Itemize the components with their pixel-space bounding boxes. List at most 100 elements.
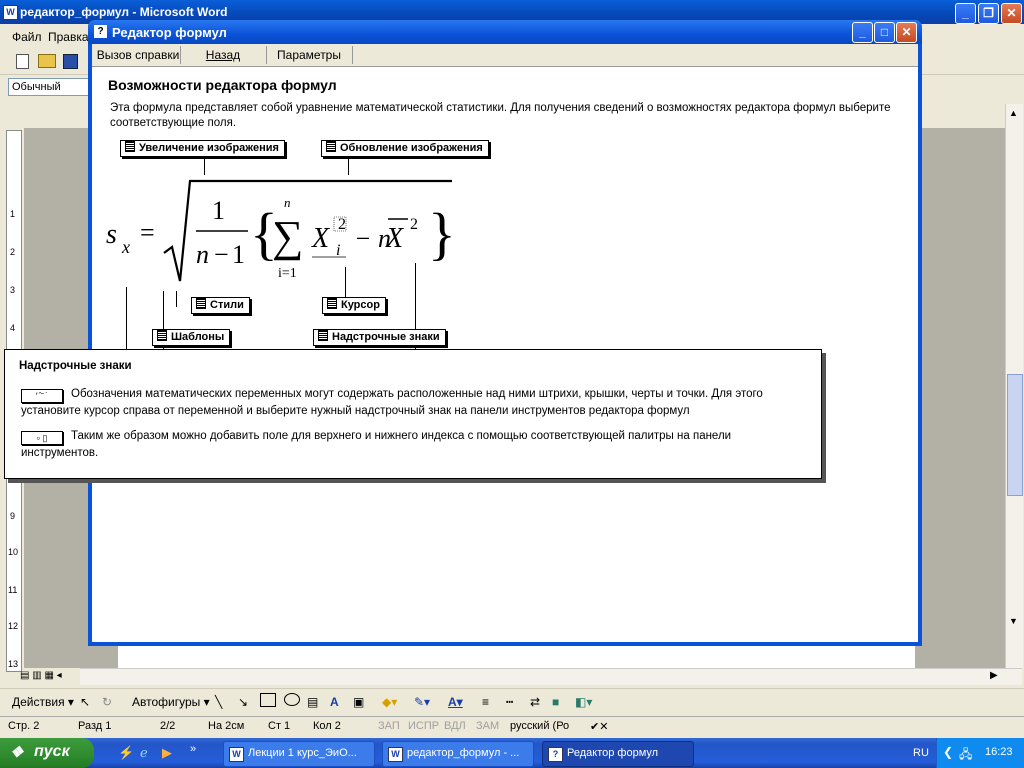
task-equation-help[interactable]: ? Редактор формул — [542, 741, 694, 767]
status-trk[interactable]: ИСПР — [408, 720, 439, 732]
sum-sign: ∑ — [272, 212, 303, 261]
callout-cursor[interactable]: Курсор — [322, 297, 386, 314]
drawing-toolbar: Действия ▾ ↖ ↻ Автофигуры ▾ ╲ ↘ ▤ A ▣ ◆▾… — [0, 688, 1024, 715]
callout-styles[interactable]: Стили — [191, 297, 250, 314]
task-lectures[interactable]: W Лекции 1 курс_ЭиО... — [223, 741, 375, 767]
dialog-minimize-icon[interactable]: _ — [852, 22, 873, 43]
help-topics-button[interactable]: Вызов справки — [96, 46, 181, 64]
save-icon[interactable] — [63, 54, 78, 69]
callout-zoom[interactable]: Увеличение изображения — [120, 140, 285, 157]
start-button[interactable]: ❖ пуск — [0, 738, 94, 768]
callout-connector — [176, 291, 177, 307]
status-at: На 2см — [208, 720, 245, 732]
scroll-up-icon[interactable]: ▲ — [1009, 108, 1018, 118]
oval-icon[interactable] — [284, 693, 300, 706]
dialog-maximize-icon[interactable]: □ — [874, 22, 895, 43]
language-indicator[interactable]: RU — [913, 747, 929, 759]
tray-arrow-icon[interactable]: ❮ — [943, 745, 953, 759]
menu-edit[interactable]: Правка — [48, 30, 89, 44]
callout-embellishments-label: Надстрочные знаки — [332, 331, 440, 343]
menu-file[interactable]: Файл — [12, 30, 42, 44]
quicklaunch-ie-icon[interactable]: ℯ — [140, 745, 148, 761]
status-ovr[interactable]: ЗАМ — [476, 720, 499, 732]
new-document-icon[interactable] — [16, 54, 29, 69]
status-ext[interactable]: ВДЛ — [444, 720, 466, 732]
dash-style-icon[interactable]: ┅ — [506, 695, 513, 709]
rectangle-icon[interactable] — [260, 693, 276, 707]
autoshapes-menu[interactable]: Автофигуры ▾ — [132, 695, 210, 709]
line-color-icon[interactable]: ✎▾ — [414, 695, 430, 709]
formula-image[interactable]: s x = 1 n − 1 { } n ∑ i=1 X 2 i − n X 2 — [102, 173, 462, 291]
clipart-icon[interactable]: ▣ — [353, 695, 364, 709]
callout-cursor-label: Курсор — [341, 299, 380, 311]
fill-color-icon[interactable]: ◆▾ — [382, 695, 397, 709]
formula-denominator-n: n — [196, 240, 209, 269]
textbox-icon[interactable]: ▤ — [307, 695, 318, 709]
script-palette-icon: ▫ ▯ — [21, 431, 63, 445]
embellishments-popup[interactable]: Надстрочные знаки ′ ̂ ̄ ˙ Обозначения мат… — [4, 349, 822, 479]
dialog-title: Редактор формул — [112, 25, 227, 40]
shadow-icon[interactable]: ■ — [552, 695, 559, 709]
options-button[interactable]: Параметры — [266, 46, 353, 64]
help-doc-icon: ? — [548, 747, 563, 762]
dialog-title-bar[interactable]: ? Редактор формул _ □ ✕ — [88, 20, 922, 44]
task-formula-doc[interactable]: Wредактор_формул - ... — [382, 741, 534, 767]
equation-editor-help-window: ? Редактор формул _ □ ✕ Вызов справки На… — [88, 20, 922, 646]
back-button[interactable]: Назад — [180, 46, 267, 64]
network-icon[interactable]: 🖧 — [959, 745, 972, 766]
status-rec[interactable]: ЗАП — [378, 720, 400, 732]
vertical-scrollbar[interactable]: ▲ ▼ — [1005, 104, 1023, 668]
status-section: Разд 1 — [78, 720, 112, 732]
status-language[interactable]: русский (Ро — [510, 720, 569, 732]
help-heading: Возможности редактора формул — [108, 77, 337, 93]
sum-lower-limit: i=1 — [278, 266, 297, 281]
status-bar: Стр. 2 Разд 1 2/2 На 2см Ст 1 Кол 2 ЗАП … — [0, 716, 1024, 737]
arrow-icon[interactable]: ↘ — [238, 695, 248, 709]
scroll-down-icon[interactable]: ▼ — [1009, 616, 1018, 626]
popup-paragraph-1: ′ ̂ ̄ ˙ Обозначения математических переме… — [21, 386, 811, 419]
actions-menu[interactable]: Действия ▾ — [12, 695, 74, 709]
arrow-style-icon[interactable]: ⇄ — [530, 695, 540, 709]
quicklaunch-more-icon[interactable]: » — [190, 743, 196, 755]
help-intro-text: Эта формула представляет собой уравнение… — [110, 102, 891, 129]
minimize-icon[interactable]: _ — [955, 3, 976, 24]
quicklaunch-lightning-icon[interactable]: ⚡ — [118, 745, 134, 761]
select-pointer-icon[interactable]: ↖ — [80, 695, 90, 709]
callout-embellishments[interactable]: Надстрочные знаки — [313, 329, 446, 346]
popup-heading: Надстрочные знаки — [19, 360, 132, 372]
help-toolbar: Вызов справки Назад Параметры — [92, 44, 918, 67]
dialog-close-icon[interactable]: ✕ — [896, 22, 917, 43]
callout-templates[interactable]: Шаблоны — [152, 329, 231, 346]
status-pages: 2/2 — [160, 720, 176, 732]
ruler-mark: 12 — [8, 621, 19, 631]
3d-icon[interactable]: ◧▾ — [575, 695, 592, 709]
font-color-icon[interactable]: A▾ — [448, 695, 463, 709]
style-select[interactable]: Обычный — [8, 78, 93, 96]
ruler-mark: 13 — [8, 659, 19, 669]
popup-text-2: Таким же образом можно добавить поле для… — [21, 430, 732, 459]
formula-X-sub: i — [336, 242, 340, 259]
rotate-icon[interactable]: ↻ — [102, 695, 112, 709]
callout-zoom-label: Увеличение изображения — [139, 142, 279, 154]
callout-refresh[interactable]: Обновление изображения — [321, 140, 489, 157]
callout-templates-label: Шаблоны — [171, 331, 225, 343]
book-icon — [125, 141, 135, 152]
quicklaunch-media-icon[interactable]: ▶ — [162, 745, 172, 761]
scroll-thumb[interactable] — [1007, 374, 1023, 496]
word-app-icon: W — [3, 5, 18, 20]
line-style-icon[interactable]: ≡ — [482, 695, 489, 709]
clock[interactable]: 16:23 — [985, 746, 1013, 758]
restore-icon[interactable]: ❐ — [978, 3, 999, 24]
spelling-status-icon[interactable]: ✔✕ — [590, 720, 608, 733]
wordart-icon[interactable]: A — [330, 695, 339, 709]
status-col: Кол 2 — [313, 720, 341, 732]
horizontal-scrollbar[interactable]: ▤ ▥ ▦ ◂ ▶ — [20, 668, 1022, 685]
scroll-right-icon[interactable]: ▶ — [990, 670, 998, 681]
formula-X: X — [311, 223, 330, 254]
line-icon[interactable]: ╲ — [215, 695, 222, 709]
close-icon[interactable]: ✕ — [1001, 3, 1022, 24]
open-folder-icon[interactable] — [38, 54, 56, 68]
view-mode-icons[interactable]: ▤ ▥ ▦ ◂ — [20, 670, 62, 681]
document-margin-right — [915, 128, 1005, 668]
start-label: пуск — [34, 743, 70, 760]
